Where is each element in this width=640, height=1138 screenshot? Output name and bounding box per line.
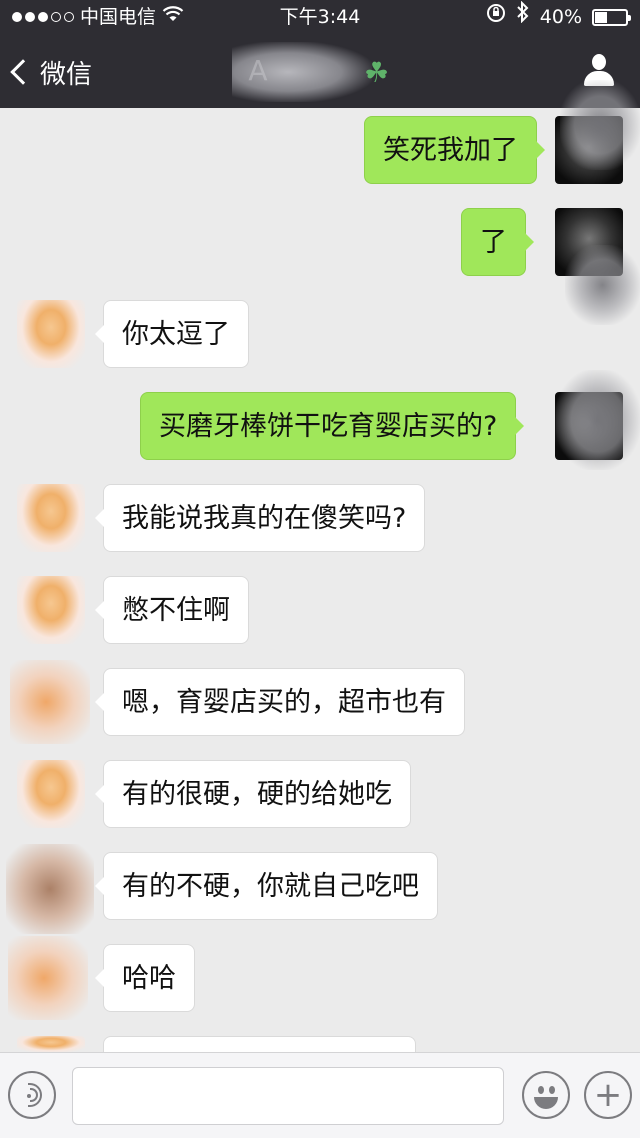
- message-bubble-sent[interactable]: 买磨牙棒饼干吃育婴店买的?: [140, 392, 525, 460]
- contact-avatar[interactable]: [6, 844, 94, 934]
- redacted-avatar-scribble: [560, 80, 640, 170]
- message-bubble-received-partial[interactable]: [95, 1036, 416, 1079]
- message-bubble-received[interactable]: 憋不住啊: [95, 576, 249, 644]
- input-bar: +: [0, 1052, 640, 1138]
- bluetooth-icon: [516, 0, 530, 34]
- clover-icon: ☘: [364, 56, 390, 89]
- message-bubble-sent[interactable]: 了: [461, 208, 534, 276]
- battery-percent: 40%: [539, 6, 582, 28]
- redacted-title-scribble: [232, 42, 372, 102]
- contact-avatar[interactable]: [17, 1036, 85, 1052]
- rotation-lock-icon: [486, 0, 506, 34]
- nav-bar: 微信 A ☘: [0, 40, 640, 104]
- message-input[interactable]: [72, 1067, 504, 1125]
- redacted-avatar-scribble: [556, 370, 640, 470]
- status-bar: 中国电信 下午3:44 40%: [0, 0, 640, 34]
- plus-icon[interactable]: +: [584, 1071, 632, 1119]
- voice-icon[interactable]: [8, 1071, 56, 1119]
- message-bubble-received[interactable]: 你太逗了: [95, 300, 249, 368]
- contact-avatar[interactable]: [8, 936, 88, 1020]
- message-bubble-received[interactable]: 有的很硬，硬的给她吃: [95, 760, 411, 828]
- message-bubble-received[interactable]: 我能说我真的在傻笑吗?: [94, 484, 426, 552]
- message-bubble-received[interactable]: 嗯，育婴店买的，超市也有: [95, 668, 465, 736]
- top-bar: 中国电信 下午3:44 40% 微信 A ☘: [0, 0, 640, 108]
- contact-avatar[interactable]: [17, 760, 85, 828]
- emoji-icon[interactable]: [522, 1071, 570, 1119]
- contact-avatar[interactable]: [17, 576, 85, 644]
- message-bubble-sent[interactable]: 笑死我加了: [364, 116, 545, 184]
- battery-icon: [592, 8, 631, 26]
- contact-avatar[interactable]: [17, 300, 85, 368]
- contact-avatar[interactable]: [17, 484, 85, 552]
- message-bubble-received[interactable]: 有的不硬，你就自己吃吧: [95, 852, 438, 920]
- contact-avatar[interactable]: [10, 660, 90, 744]
- redacted-avatar-scribble: [565, 245, 640, 325]
- message-bubble-received[interactable]: 哈哈: [95, 944, 195, 1012]
